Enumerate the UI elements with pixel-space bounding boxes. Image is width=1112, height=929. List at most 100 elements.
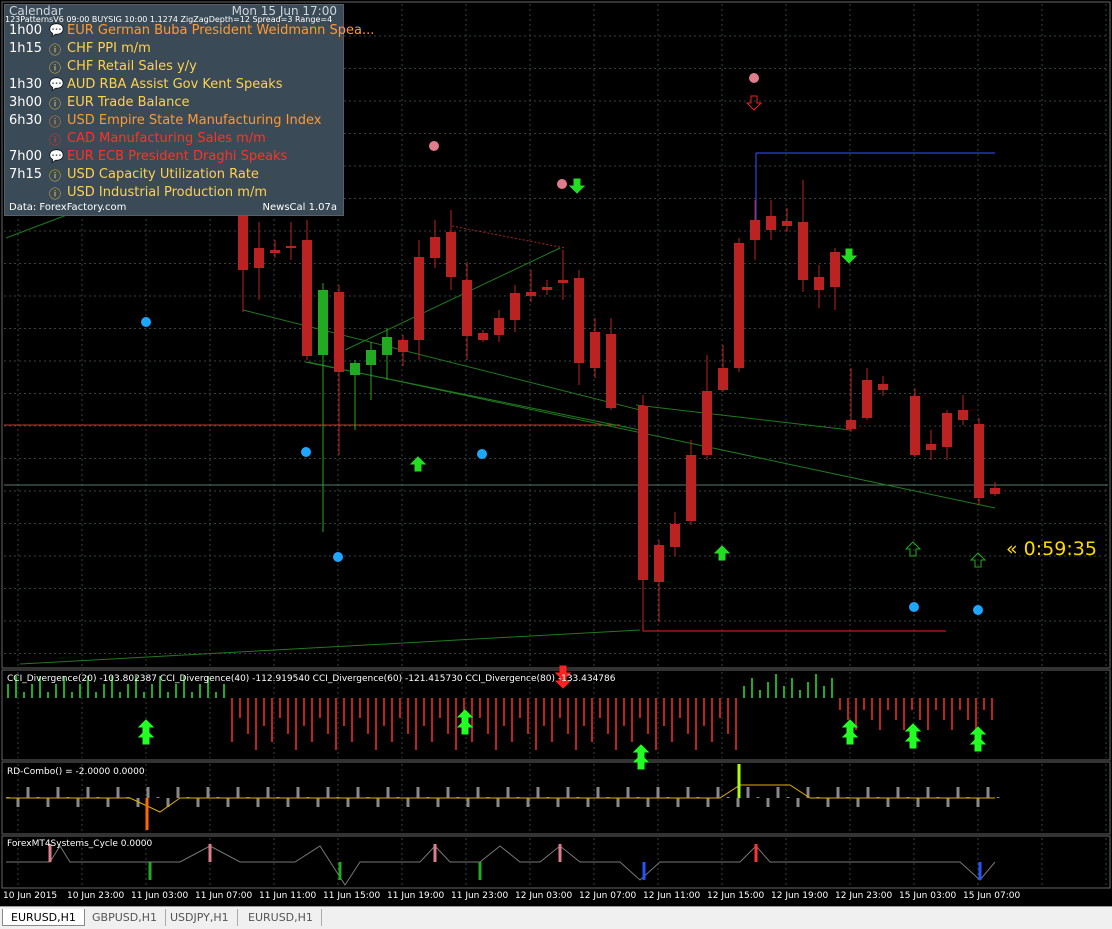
event-time: 1h15 [9,41,43,56]
cci-divergence-label: CCI_Divergence(20) -103.802387 CCI_Diver… [7,674,616,684]
candle-body [254,248,264,268]
calendar-event[interactable]: ⓘ CHF Retail Sales y/y [5,59,343,77]
candle-body [750,220,760,240]
time-axis-label: 11 Jun 11:00 [259,891,317,901]
candle-body [510,293,520,320]
candle-body [398,340,408,352]
signal-dot [749,73,759,83]
time-axis-label: 12 Jun 07:00 [579,891,637,901]
candle-body [910,396,920,455]
event-text: CHF PPI m/m [67,41,151,56]
event-time: 7h00 [9,149,43,164]
signal-dot [141,317,151,327]
candle-body [654,545,664,582]
time-axis-label: 12 Jun 03:00 [515,891,573,901]
candle-body [702,391,712,455]
speech-icon: 💬 [49,77,64,91]
time-axis-label: 15 Jun 03:00 [899,891,957,901]
candle-body [814,277,824,290]
info-icon: ⓘ [49,43,62,57]
candle-body [878,384,888,390]
down-arrow-icon [745,95,763,111]
calendar-event[interactable]: ⓘ USD Industrial Production m/m [5,185,343,203]
event-text: CAD Manufacturing Sales m/m [67,131,266,146]
chart-tab[interactable]: USDJPY,H1 [162,909,238,926]
calendar-event[interactable]: 1h15 ⓘ CHF PPI m/m [5,41,343,59]
candle-body [478,333,488,340]
event-text: AUD RBA Assist Gov Kent Speaks [67,77,283,92]
down-arrow-icon [568,178,586,194]
speech-icon: 💬 [49,149,64,163]
candle-body [462,280,472,336]
trend-line [19,629,641,665]
chart-tab-bar: EURUSD,H1 GBPUSD,H1 USDJPY,H1 EURUSD,H1 [0,906,1112,929]
cycle-line [6,845,996,886]
candle-body [238,210,248,270]
cycle-indicator-label: ForexMT4Systems_Cycle 0.0000 [7,839,153,849]
candle-body [382,337,392,355]
candle-body [334,292,344,372]
candle-body [830,252,840,287]
event-time: 1h30 [9,77,43,92]
chart-tab[interactable]: EURUSD,H1 [2,909,85,926]
signal-dot [909,602,919,612]
up-arrow-icon [137,719,155,735]
time-axis-label: 11 Jun 15:00 [323,891,381,901]
speech-icon: 💬 [49,23,64,37]
time-axis-label: 15 Jun 07:00 [963,891,1021,901]
info-icon: ⓘ [49,187,62,201]
candle-body [670,524,680,547]
candle-body [302,240,312,356]
candle-body [766,216,776,230]
event-text: EUR ECB President Draghi Speaks [67,149,288,164]
bar-countdown-timer: « 0:59:35 [1006,538,1097,560]
candle-body [350,363,360,375]
candle-body [270,250,280,253]
signal-dot [973,605,983,615]
candle-body [526,292,536,296]
candle-body [318,290,328,355]
down-arrow-icon [840,248,858,264]
candle-body [862,380,872,418]
candle-body [958,410,968,420]
up-arrow-icon [456,709,474,725]
info-icon: ⓘ [49,97,62,111]
event-text: CHF Retail Sales y/y [67,59,197,74]
up-arrow-icon [409,456,427,472]
calendar-event[interactable]: 7h00 💬 EUR ECB President Draghi Speaks [5,149,343,167]
news-calendar-panel[interactable]: Calendar Mon 15 Jun 17:00 123PatternsV6 … [4,4,374,216]
up-arrow-icon [904,723,922,739]
event-time: 6h30 [9,113,43,128]
event-text: USD Industrial Production m/m [67,185,268,200]
calendar-event[interactable]: 1h30 💬 AUD RBA Assist Gov Kent Speaks [5,77,343,95]
time-axis-label: 12 Jun 23:00 [835,891,893,901]
calendar-event[interactable]: 1h00 💬 EUR German Buba President Weidmann … [5,23,374,41]
chart-tab[interactable]: EURUSD,H1 [240,909,322,926]
calendar-event[interactable]: ⓘ CAD Manufacturing Sales m/m [5,131,343,149]
calendar-event[interactable]: 6h30 ⓘ USD Empire State Manufacturing Inde… [5,113,343,131]
rd-signal-line [6,784,995,813]
calendar-event[interactable]: 3h00 ⓘ EUR Trade Balance [5,95,343,113]
calendar-event[interactable]: 7h15 ⓘ USD Capacity Utilization Rate [5,167,343,185]
candle-body [990,488,1000,494]
signal-dot [333,552,343,562]
candle-body [430,237,440,258]
trend-line [635,404,851,431]
up-arrow-icon [904,541,922,557]
candle-body [718,368,728,390]
candle-body [686,455,696,521]
time-axis-label: 11 Jun 23:00 [451,891,509,901]
candle-body [926,444,936,450]
rd-combo-label: RD-Combo() = -2.0000 0.0000 [7,767,145,777]
candle-body [286,246,296,248]
event-text: USD Empire State Manufacturing Index [67,113,322,128]
candle-body [494,318,504,335]
signal-dot [557,179,567,189]
event-text: USD Capacity Utilization Rate [67,167,259,182]
signal-dot [429,141,439,151]
chart-tab[interactable]: GBPUSD,H1 [84,909,166,926]
candle-body [574,278,584,363]
signal-dot [301,447,311,457]
up-arrow-icon [713,545,731,561]
calendar-data-source: Data: ForexFactory.com [9,202,127,213]
